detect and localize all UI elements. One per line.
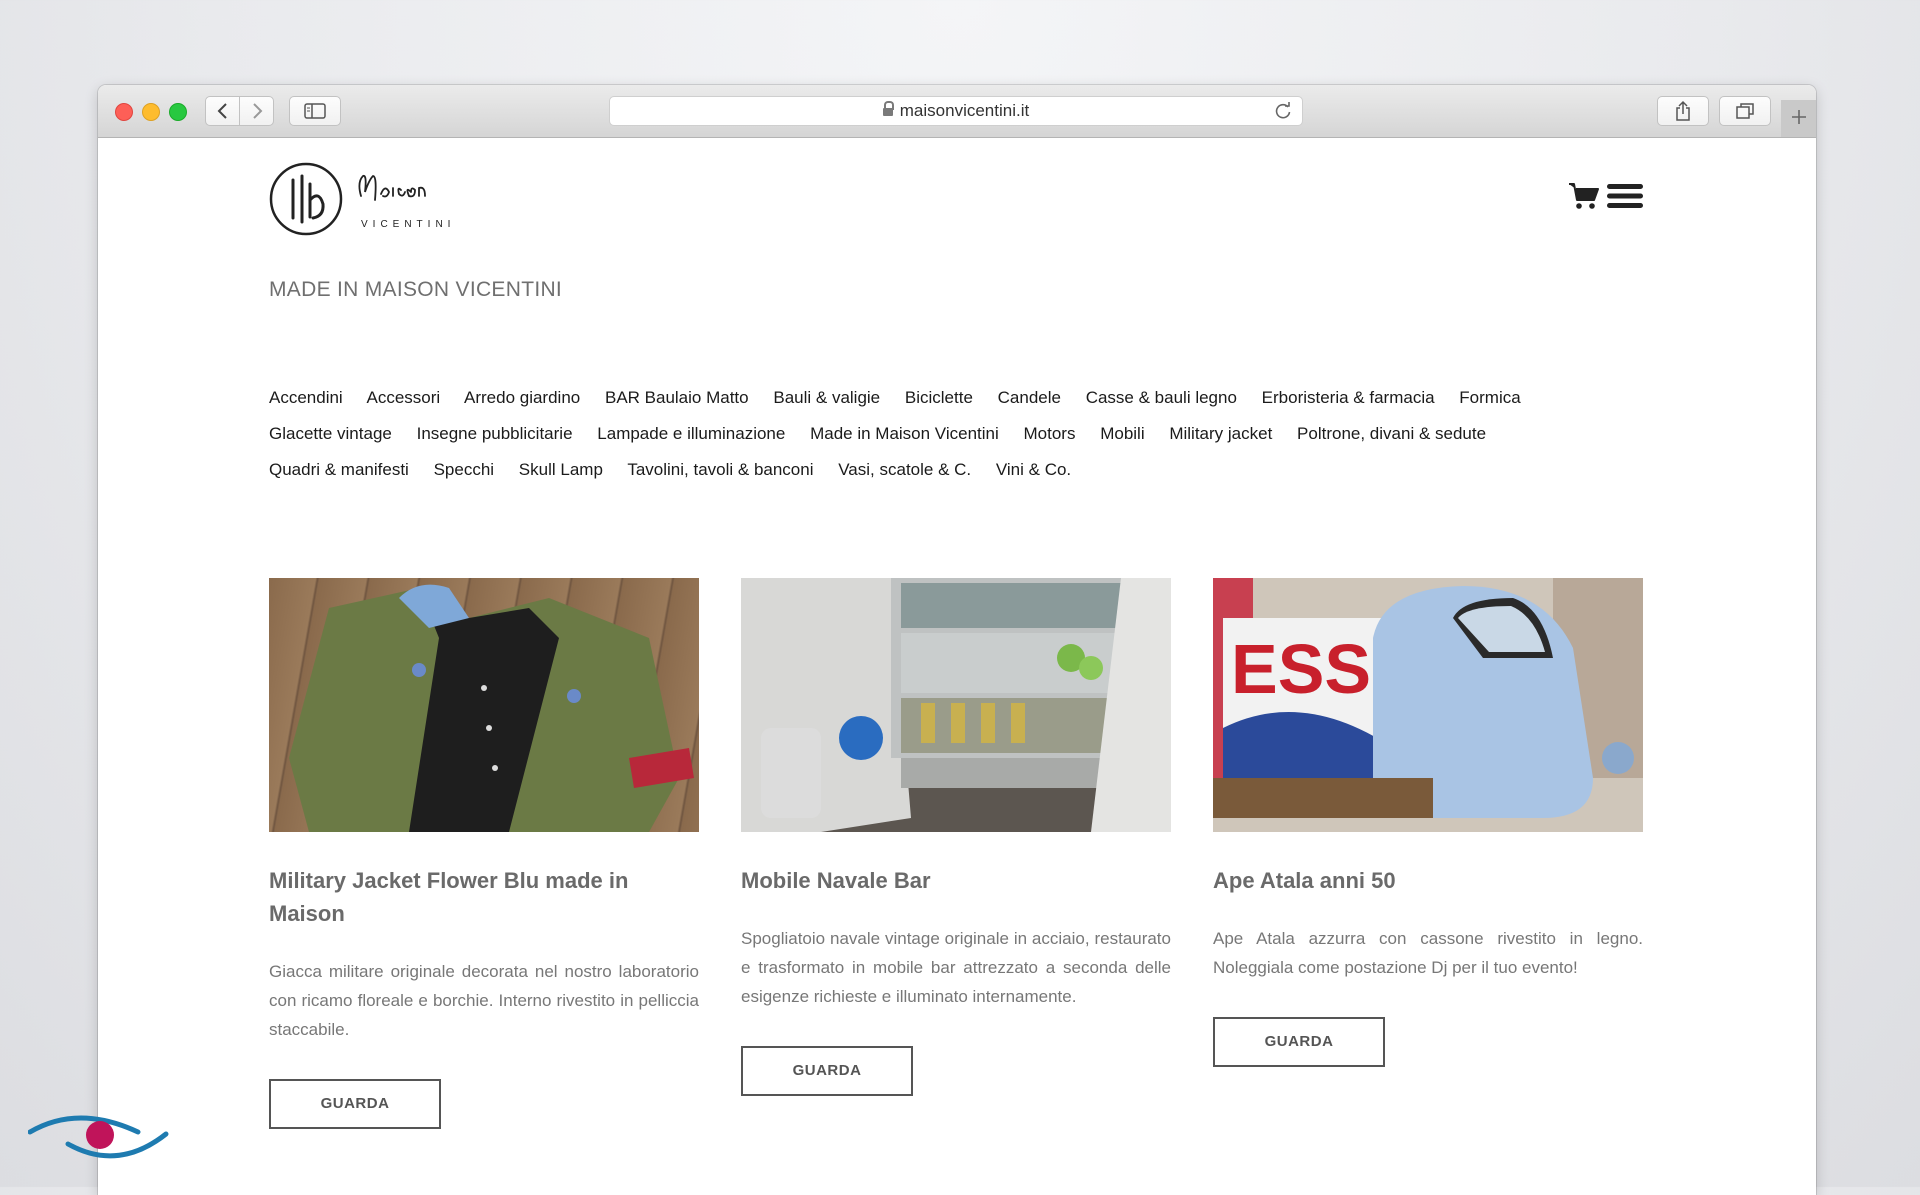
category-link[interactable]: Specchi [434, 460, 494, 479]
tabs-overview-icon [1736, 103, 1754, 119]
address-bar[interactable]: maisonvicentini.it [609, 96, 1303, 126]
category-link[interactable]: Quadri & manifesti [269, 460, 409, 479]
forward-button[interactable] [239, 96, 274, 126]
browser-toolbar: maisonvicentini.it [98, 85, 1816, 138]
category-link[interactable]: Mobili [1100, 424, 1144, 443]
url-text: maisonvicentini.it [899, 101, 1030, 120]
product-card: Mobile Navale Bar Spogliatoio navale vin… [741, 578, 1171, 1096]
product-image-ape-atala[interactable]: ESSO [1213, 578, 1643, 832]
back-button[interactable] [205, 96, 240, 126]
category-link[interactable]: BAR Baulaio Matto [605, 388, 749, 407]
product-description: Ape Atala azzurra con cassone rivestito … [1213, 929, 1643, 977]
reload-icon[interactable] [1273, 101, 1293, 121]
category-link[interactable]: Lampade e illuminazione [597, 424, 785, 443]
product-description: Spogliatoio navale vintage originale in … [741, 929, 1171, 1006]
category-link[interactable]: Vasi, scatole & C. [838, 460, 971, 479]
category-link[interactable]: Insegne pubblicitarie [417, 424, 573, 443]
browser-window: maisonvicentini.it VICENTINI MADE IN MAI… [98, 85, 1816, 1195]
product-card: ESSO Ape Atala anni 50 Ape Atala azzurra… [1213, 578, 1643, 1067]
category-link[interactable]: Vini & Co. [996, 460, 1071, 479]
guarda-button[interactable]: GUARDA [1213, 1017, 1385, 1067]
product-title[interactable]: Mobile Navale Bar [741, 864, 1171, 897]
product-image-military-jacket[interactable] [269, 578, 699, 832]
new-tab-button[interactable] [1781, 100, 1816, 137]
category-link[interactable]: Bauli & valigie [773, 388, 880, 407]
hamburger-menu-icon[interactable] [1606, 182, 1644, 210]
page-title: MADE IN MAISON VICENTINI [269, 278, 563, 301]
site-logo[interactable]: VICENTINI [269, 162, 474, 242]
minimize-window-button[interactable] [142, 103, 160, 121]
jacket-illustration-icon [289, 584, 694, 832]
category-link[interactable]: Military jacket [1169, 424, 1272, 443]
cabinet-bar-illustration-icon [741, 578, 1171, 832]
web-page: VICENTINI MADE IN MAISON VICENTINI Accen… [98, 138, 1816, 1195]
product-description: Giacca militare originale decorata nel n… [269, 962, 699, 1039]
share-icon [1676, 100, 1690, 121]
product-title[interactable]: Ape Atala anni 50 [1213, 864, 1643, 897]
category-filter-list: Accendini Accessori Arredo giardino BAR … [269, 380, 1669, 488]
category-link[interactable]: Poltrone, divani & sedute [1297, 424, 1486, 443]
category-link[interactable]: Glacette vintage [269, 424, 392, 443]
category-link[interactable]: Skull Lamp [519, 460, 603, 479]
chevron-left-icon [217, 103, 227, 119]
eye-watermark-icon [28, 1115, 169, 1159]
category-link[interactable]: Candele [998, 388, 1061, 407]
cart-icon[interactable] [1568, 182, 1600, 210]
chevron-right-icon [252, 103, 262, 119]
category-link[interactable]: Motors [1024, 424, 1076, 443]
category-link[interactable]: Erboristeria & farmacia [1262, 388, 1435, 407]
category-link[interactable]: Made in Maison Vicentini [810, 424, 999, 443]
show-tabs-button[interactable] [1719, 96, 1771, 126]
plus-icon [1791, 110, 1806, 124]
header-actions [1568, 182, 1644, 210]
category-link[interactable]: Accessori [367, 388, 441, 407]
sidebar-icon [304, 103, 326, 119]
product-title[interactable]: Military Jacket Flower Blu made in Maiso… [269, 864, 699, 930]
guarda-button[interactable]: GUARDA [741, 1046, 913, 1096]
sidebar-toggle-button[interactable] [289, 96, 341, 126]
zoom-window-button[interactable] [169, 103, 187, 121]
guarda-button[interactable]: GUARDA [269, 1079, 441, 1129]
category-link[interactable]: Formica [1459, 388, 1520, 407]
product-image-mobile-navale-bar[interactable] [741, 578, 1171, 832]
category-link[interactable]: Arredo giardino [464, 388, 580, 407]
product-card: Military Jacket Flower Blu made in Maiso… [269, 578, 699, 1129]
share-button[interactable] [1657, 96, 1709, 126]
close-window-button[interactable] [115, 103, 133, 121]
category-link[interactable]: Tavolini, tavoli & banconi [627, 460, 813, 479]
maison-vicentini-logo-icon [269, 162, 426, 236]
category-link[interactable]: Casse & bauli legno [1086, 388, 1237, 407]
category-link[interactable]: Biciclette [905, 388, 973, 407]
logo-subtext: VICENTINI [361, 219, 456, 230]
lock-icon [882, 101, 894, 116]
category-link[interactable]: Accendini [269, 388, 343, 407]
ape-vehicle-illustration-icon: ESSO [1213, 578, 1643, 832]
